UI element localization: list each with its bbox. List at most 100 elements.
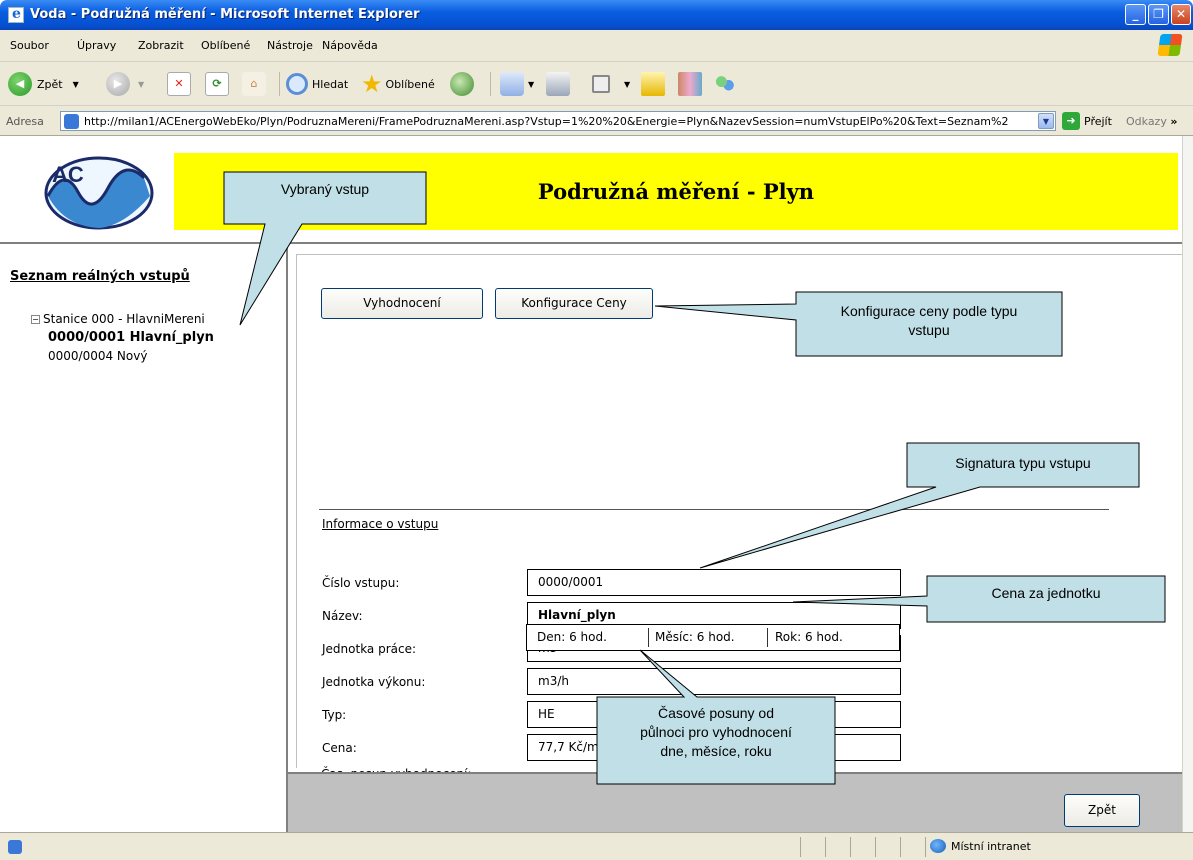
menu-item-zobrazit[interactable]: Zobrazit (138, 39, 184, 52)
note-icon (641, 72, 665, 96)
chevron-down-icon: ▼ (528, 79, 535, 89)
callout-unit-price-text: Cena za jednotku (991, 585, 1101, 601)
window-title: Voda - Podružná měření - Microsoft Inter… (30, 7, 420, 22)
offset-month: Měsíc: 6 hod. (655, 630, 735, 644)
status-cell (900, 837, 901, 857)
chevron-down-icon: ▼ (624, 79, 631, 89)
research-button[interactable] (678, 70, 702, 98)
links-label: Odkazy (1126, 115, 1167, 128)
print-button[interactable] (546, 70, 570, 98)
address-bar: Adresa http://milan1/ACEnergoWebEko/Plyn… (0, 106, 1193, 136)
print-icon (546, 72, 570, 96)
books-icon (678, 72, 702, 96)
tree-station[interactable]: − Stanice 000 - HlavniMereni (31, 312, 205, 326)
toolbar-separator (490, 72, 491, 96)
sidebar-heading[interactable]: Seznam reálných vstupů (10, 269, 190, 284)
status-cell (850, 837, 851, 857)
edit-button[interactable]: ▼ (592, 70, 630, 98)
messenger-button[interactable] (713, 70, 737, 98)
menu-item-nastroje[interactable]: Nástroje (267, 39, 313, 52)
sidebar: Seznam reálných vstupů − Stanice 000 - Hl… (0, 246, 288, 832)
zone-label: Místní intranet (951, 839, 1031, 853)
discuss-button[interactable] (641, 70, 665, 98)
stop-icon: ✕ (167, 72, 191, 96)
callout-type-signature-text: Signatura typu vstupu (955, 455, 1091, 471)
menu-item-napoveda[interactable]: Nápověda (322, 39, 378, 52)
callout-line: Konfigurace ceny podle typu (840, 303, 1018, 319)
maximize-icon[interactable]: ❐ (1148, 4, 1169, 25)
menu-bar: Soubor Úpravy Zobrazit Oblíbené Nástroje… (0, 30, 1193, 62)
input-number-field: 0000/0001 (527, 569, 901, 596)
power-unit-field: m3/h (527, 668, 901, 695)
status-cell (825, 837, 826, 857)
favorites-button[interactable]: ★ Oblíbené (361, 70, 435, 98)
chevron-down-icon: ▼ (72, 79, 79, 89)
callout-line: půlnoci pro vyhodnocení (640, 724, 792, 740)
stop-button[interactable]: ✕ (167, 70, 191, 98)
title-bar: Voda - Podružná měření - Microsoft Inter… (0, 0, 1193, 30)
forward-button[interactable]: ▶ ▼ (106, 70, 144, 98)
search-button[interactable]: Hledat (286, 70, 348, 98)
favorites-label: Oblíbené (385, 77, 435, 91)
menu-item-oblibene[interactable]: Oblíbené (201, 39, 250, 52)
price-config-button[interactable]: Konfigurace Ceny (495, 288, 653, 319)
refresh-button[interactable]: ⟳ (205, 70, 229, 98)
go-button[interactable]: ➜ Přejít (1062, 112, 1112, 130)
ac-logo: AC (44, 156, 154, 230)
status-bar: Místní intranet (0, 832, 1193, 860)
divider (319, 509, 1109, 510)
home-icon: ⌂ (242, 72, 266, 96)
minimize-icon[interactable]: _ (1125, 4, 1146, 25)
divider (648, 628, 649, 647)
back-page-button[interactable]: Zpět (1064, 794, 1140, 827)
history-button[interactable] (450, 70, 474, 98)
ie-page-icon (8, 840, 22, 854)
star-icon: ★ (361, 70, 383, 98)
divider (767, 628, 768, 647)
callout-line: dne, měsíce, roku (660, 743, 772, 759)
chevron-down-icon[interactable]: ▼ (1038, 113, 1054, 129)
history-icon (450, 72, 474, 96)
field-label: Cena: (322, 741, 357, 755)
forward-arrow-icon: ▶ (106, 72, 130, 96)
status-cell (875, 837, 876, 857)
tree-item[interactable]: 0000/0004 Nový (48, 349, 147, 363)
edit-icon (592, 75, 610, 93)
toolbar-separator (279, 72, 280, 96)
evaluation-button[interactable]: Vyhodnocení (321, 288, 483, 319)
field-label: Jednotka práce: (322, 642, 417, 656)
address-url[interactable]: http://milan1/ACEnergoWebEko/Plyn/Podruz… (84, 115, 1034, 128)
field-label: Jednotka výkonu: (322, 675, 426, 689)
footer-frame: Zpět (288, 772, 1182, 832)
status-cell (925, 837, 926, 857)
ie-icon (8, 6, 24, 23)
chevron-right-icon: » (1170, 115, 1178, 128)
intranet-icon (930, 839, 946, 853)
back-button[interactable]: ◀ Zpět ▼ (8, 70, 79, 98)
field-label: Název: (322, 609, 363, 623)
collapse-icon[interactable]: − (31, 315, 40, 324)
tree-item-selected[interactable]: 0000/0001 Hlavní_plyn (48, 330, 214, 345)
offset-day: Den: 6 hod. (537, 630, 607, 644)
address-input[interactable]: http://milan1/ACEnergoWebEko/Plyn/Podruz… (60, 111, 1056, 131)
scrollbar[interactable] (1182, 136, 1193, 832)
toolbar: ◀ Zpět ▼ ▶ ▼ ✕ ⟳ ⌂ Hledat ★ Oblíbené ▼ ▼ (0, 62, 1193, 106)
time-offset-field: Den: 6 hod. Měsíc: 6 hod. Rok: 6 hod. (526, 624, 900, 651)
callout-selected-input-text: Vybraný vstup (280, 181, 370, 197)
home-button[interactable]: ⌂ (242, 70, 266, 98)
menu-item-soubor[interactable]: Soubor (10, 39, 49, 52)
station-label: Stanice 000 - HlavniMereni (43, 312, 205, 326)
back-arrow-icon: ◀ (8, 72, 32, 96)
mail-button[interactable]: ▼ (500, 70, 534, 98)
messenger-icon (713, 72, 737, 96)
offset-year: Rok: 6 hod. (775, 630, 843, 644)
callout-time-offsets-text: Časové posuny od půlnoci pro vyhodnocení… (597, 704, 835, 761)
close-icon[interactable]: ✕ (1171, 4, 1191, 25)
status-cell (800, 837, 801, 857)
menu-item-upravy[interactable]: Úpravy (77, 39, 116, 52)
search-label: Hledat (312, 77, 349, 91)
go-arrow-icon: ➜ (1062, 112, 1080, 130)
links-button[interactable]: Odkazy » (1126, 115, 1177, 128)
chevron-down-icon: ▼ (138, 79, 145, 89)
section-title: Informace o vstupu (322, 517, 439, 531)
